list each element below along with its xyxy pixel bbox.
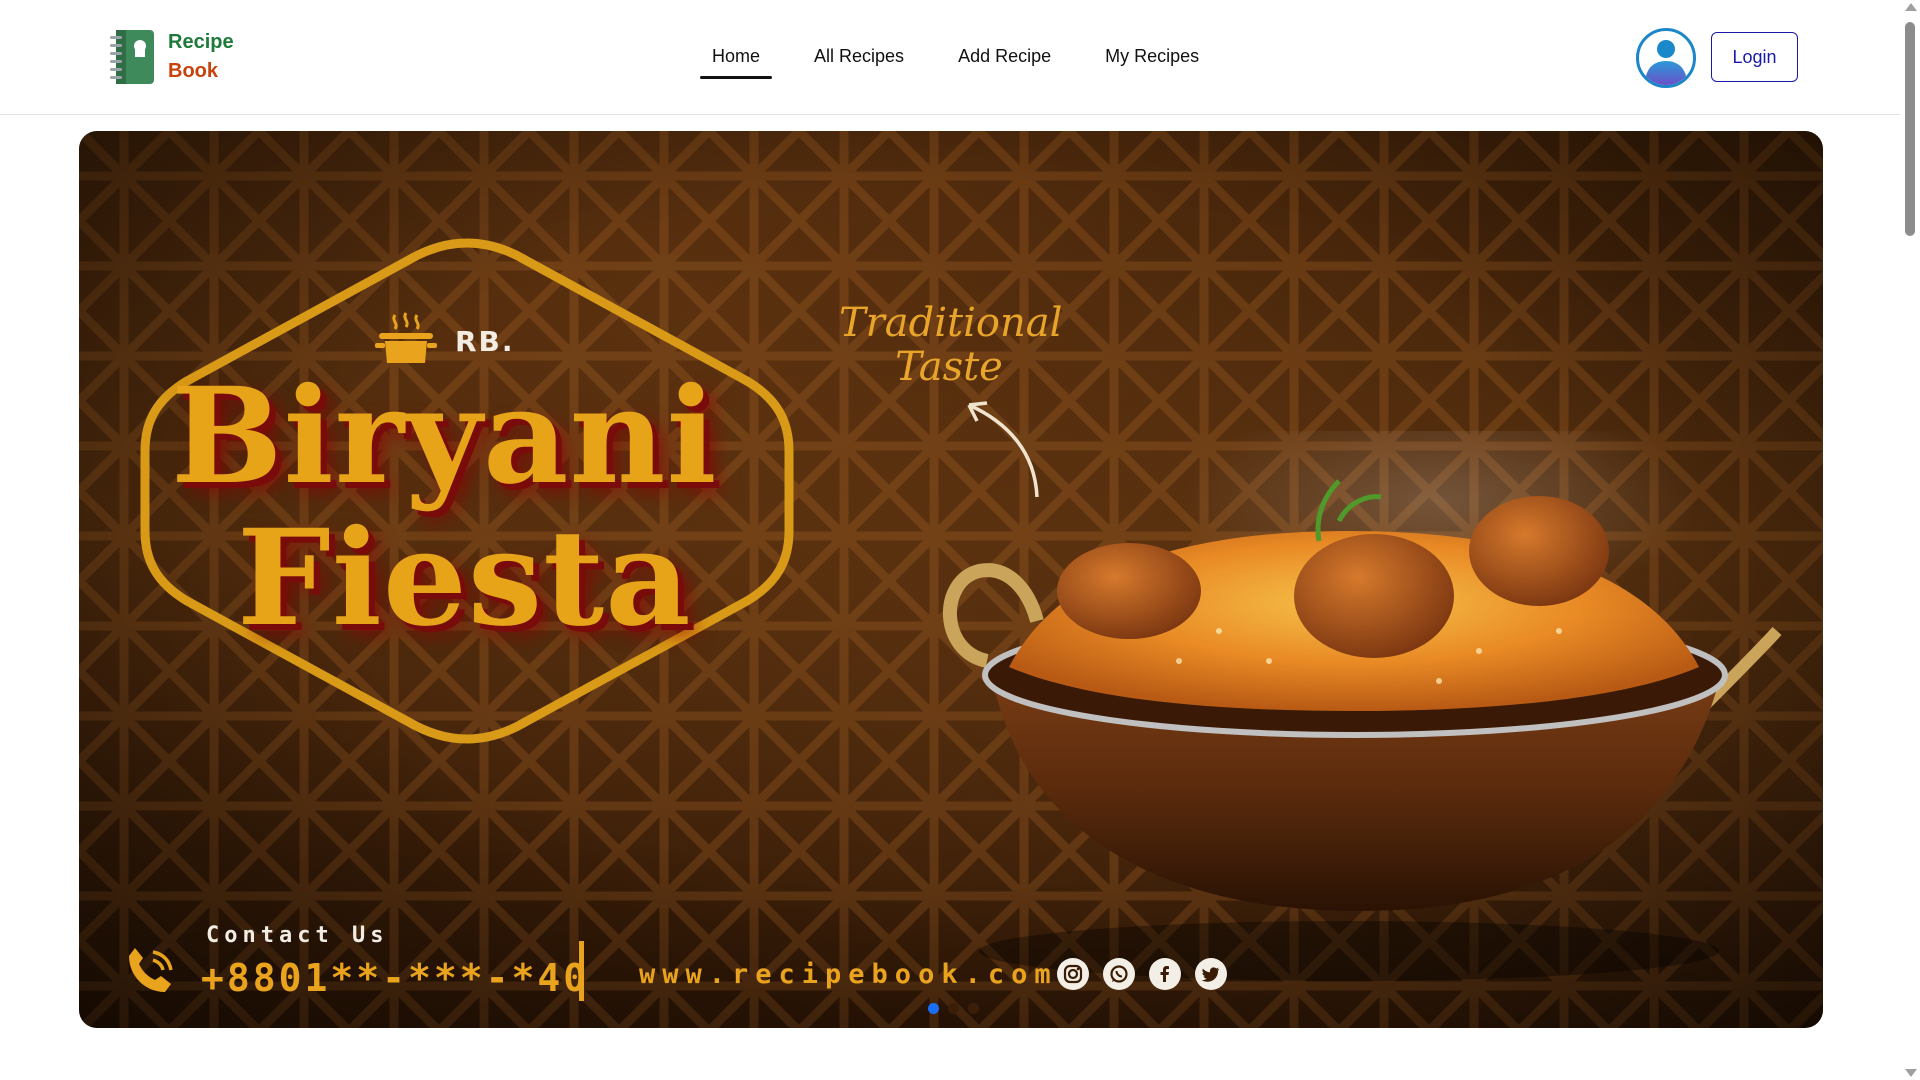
- nav-my-recipes[interactable]: My Recipes: [1093, 38, 1211, 79]
- carousel-dot-1[interactable]: [928, 1003, 939, 1014]
- biryani-dish-image: [942, 431, 1782, 981]
- tagline-line1: Traditional: [839, 300, 1063, 346]
- instagram-icon[interactable]: [1057, 958, 1089, 990]
- logo-text: Recipe Book: [168, 28, 234, 86]
- carousel-indicators: [928, 1003, 979, 1014]
- carousel-dot-2[interactable]: [948, 1003, 959, 1014]
- hero-title-line1: Biryani: [171, 359, 718, 514]
- social-icons: [1057, 958, 1227, 990]
- scroll-up-icon[interactable]: [1905, 3, 1917, 11]
- recipe-book-icon: [108, 28, 156, 86]
- hero-banner[interactable]: RB. Biryani Fiesta Traditional Taste Con…: [79, 131, 1823, 1028]
- hero-title-line2: Fiesta: [237, 501, 692, 656]
- hero-tagline: Traditional Taste: [839, 300, 1063, 390]
- facebook-icon[interactable]: [1149, 958, 1181, 990]
- logo-text-line1: Recipe: [168, 31, 234, 53]
- whatsapp-icon[interactable]: [1103, 958, 1135, 990]
- tagline-line2: Taste: [895, 344, 1003, 390]
- contact-phone: +8801**-***-*40: [201, 956, 590, 1000]
- nav-all-recipes[interactable]: All Recipes: [802, 38, 916, 79]
- nav-home[interactable]: Home: [700, 38, 773, 79]
- nav-add-recipe[interactable]: Add Recipe: [946, 38, 1063, 79]
- logo-text-line2: Book: [168, 60, 218, 82]
- scroll-down-icon[interactable]: [1905, 1069, 1917, 1077]
- login-button[interactable]: Login: [1711, 32, 1798, 82]
- brand-initials: RB.: [455, 325, 515, 358]
- phone-icon: [129, 948, 173, 992]
- top-navbar: Recipe Book Home All Recipes Add Recipe …: [0, 0, 1900, 115]
- page-scrollbar[interactable]: [1900, 0, 1920, 1080]
- user-avatar-icon[interactable]: [1636, 28, 1696, 88]
- contact-label: Contact Us: [206, 923, 389, 948]
- twitter-icon[interactable]: [1195, 958, 1227, 990]
- scroll-thumb[interactable]: [1905, 22, 1915, 236]
- website-text: www.recipebook.com: [639, 959, 1058, 990]
- contact-divider: [579, 941, 584, 1001]
- carousel-dot-3[interactable]: [968, 1003, 979, 1014]
- logo-link[interactable]: Recipe Book: [108, 28, 234, 86]
- main-nav: Home All Recipes Add Recipe My Recipes: [700, 38, 1241, 79]
